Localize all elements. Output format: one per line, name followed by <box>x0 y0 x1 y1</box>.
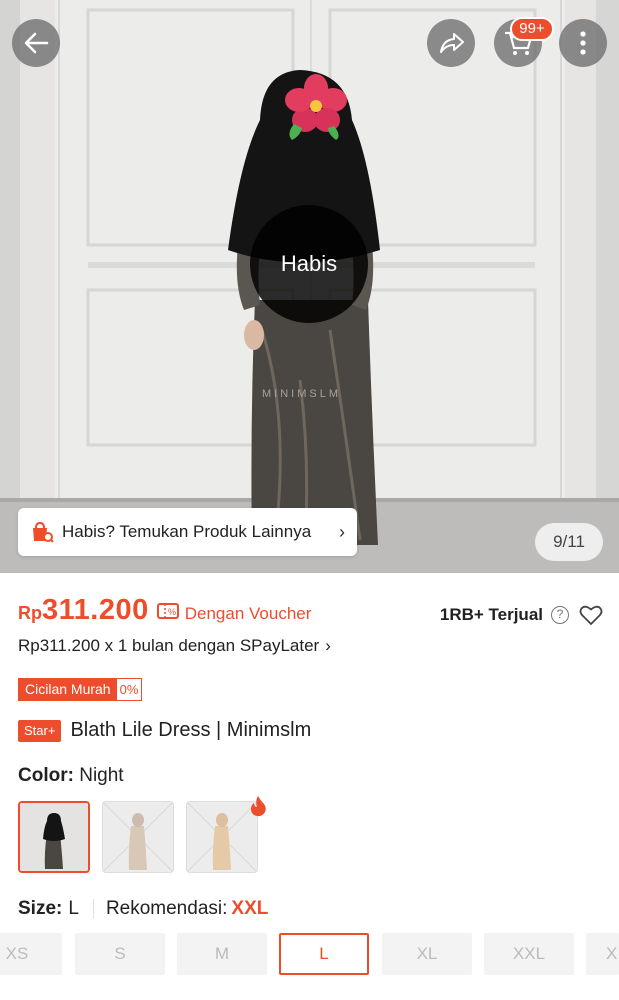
color-swatch-night[interactable] <box>18 801 90 873</box>
cart-count-badge: 99+ <box>510 17 554 41</box>
flame-icon <box>251 796 266 817</box>
find-other-label: Habis? Temukan Produk Lainnya <box>62 522 312 541</box>
sold-info: 1RB+ Terjual ? <box>440 604 603 626</box>
recommend-label: Rekomendasi: <box>105 898 228 919</box>
heart-icon[interactable] <box>579 604 603 626</box>
swatch-image <box>103 802 173 872</box>
product-title-row: Star+ Blath Lile Dress | Minimslm <box>18 719 311 742</box>
product-title: Blath Lile Dress | Minimslm <box>70 719 312 741</box>
cicilan-percent: 0% <box>116 679 142 700</box>
soldout-label: Habis <box>280 251 338 276</box>
color-swatch-2[interactable] <box>102 801 174 873</box>
color-label-key: Color: <box>18 765 74 786</box>
color-label: Color: Night <box>18 765 124 787</box>
help-icon[interactable]: ? <box>551 606 569 624</box>
recommend-value: XXL <box>231 898 269 919</box>
svg-text:%: % <box>168 607 176 617</box>
brand-watermark: MINIMSLM <box>262 388 341 400</box>
soldout-overlay: Habis <box>250 205 368 323</box>
back-button[interactable] <box>12 19 60 67</box>
chevron-right-icon: › <box>325 636 331 655</box>
more-button[interactable] <box>559 19 607 67</box>
cicilan-badge: Cicilan Murah 0% <box>18 678 143 701</box>
size-option-partial[interactable]: X <box>586 933 619 975</box>
swatch-image <box>20 803 88 871</box>
price-row: Rp 311.200 % Dengan Voucher <box>18 594 311 627</box>
swatch-image <box>187 802 257 872</box>
spaylater-text: Rp311.200 x 1 bulan dengan SPayLater <box>18 636 320 655</box>
cicilan-label: Cicilan Murah <box>19 679 117 700</box>
find-other-products-button[interactable]: Habis? Temukan Produk Lainnya › <box>18 508 357 556</box>
spaylater-link[interactable]: Rp311.200 x 1 bulan dengan SPayLater › <box>18 636 331 656</box>
size-label: Size: <box>18 898 63 919</box>
chevron-right-icon: › <box>339 521 345 542</box>
star-plus-badge: Star+ <box>18 719 62 742</box>
arrow-left-icon <box>24 32 49 54</box>
share-button[interactable] <box>427 19 475 67</box>
size-info-row: Size: L Rekomendasi: XXL <box>18 898 268 920</box>
image-counter: 9/11 <box>535 523 603 561</box>
divider <box>92 899 94 919</box>
size-option-xxl[interactable]: XXL <box>484 933 574 975</box>
shopping-bag-search-icon <box>33 521 54 543</box>
more-vertical-icon <box>580 31 586 55</box>
product-image-gallery[interactable]: MINIMSLM 99+ Habis Habis? Temukan Produk… <box>0 0 619 573</box>
voucher-label: Dengan Voucher <box>184 604 312 623</box>
size-option-xl[interactable]: XL <box>382 933 472 975</box>
price-currency: Rp <box>18 603 42 623</box>
price-amount: 311.200 <box>42 594 149 626</box>
share-arrow-icon <box>440 33 464 53</box>
size-option-m[interactable]: M <box>177 933 267 975</box>
sold-count: 1RB+ Terjual <box>439 605 543 624</box>
size-option-s[interactable]: S <box>75 933 165 975</box>
color-value: Night <box>79 765 124 786</box>
voucher-icon: % <box>156 602 179 619</box>
size-option-xs[interactable]: XS <box>0 933 62 975</box>
size-value: L <box>68 898 79 919</box>
size-option-l[interactable]: L <box>279 933 369 975</box>
